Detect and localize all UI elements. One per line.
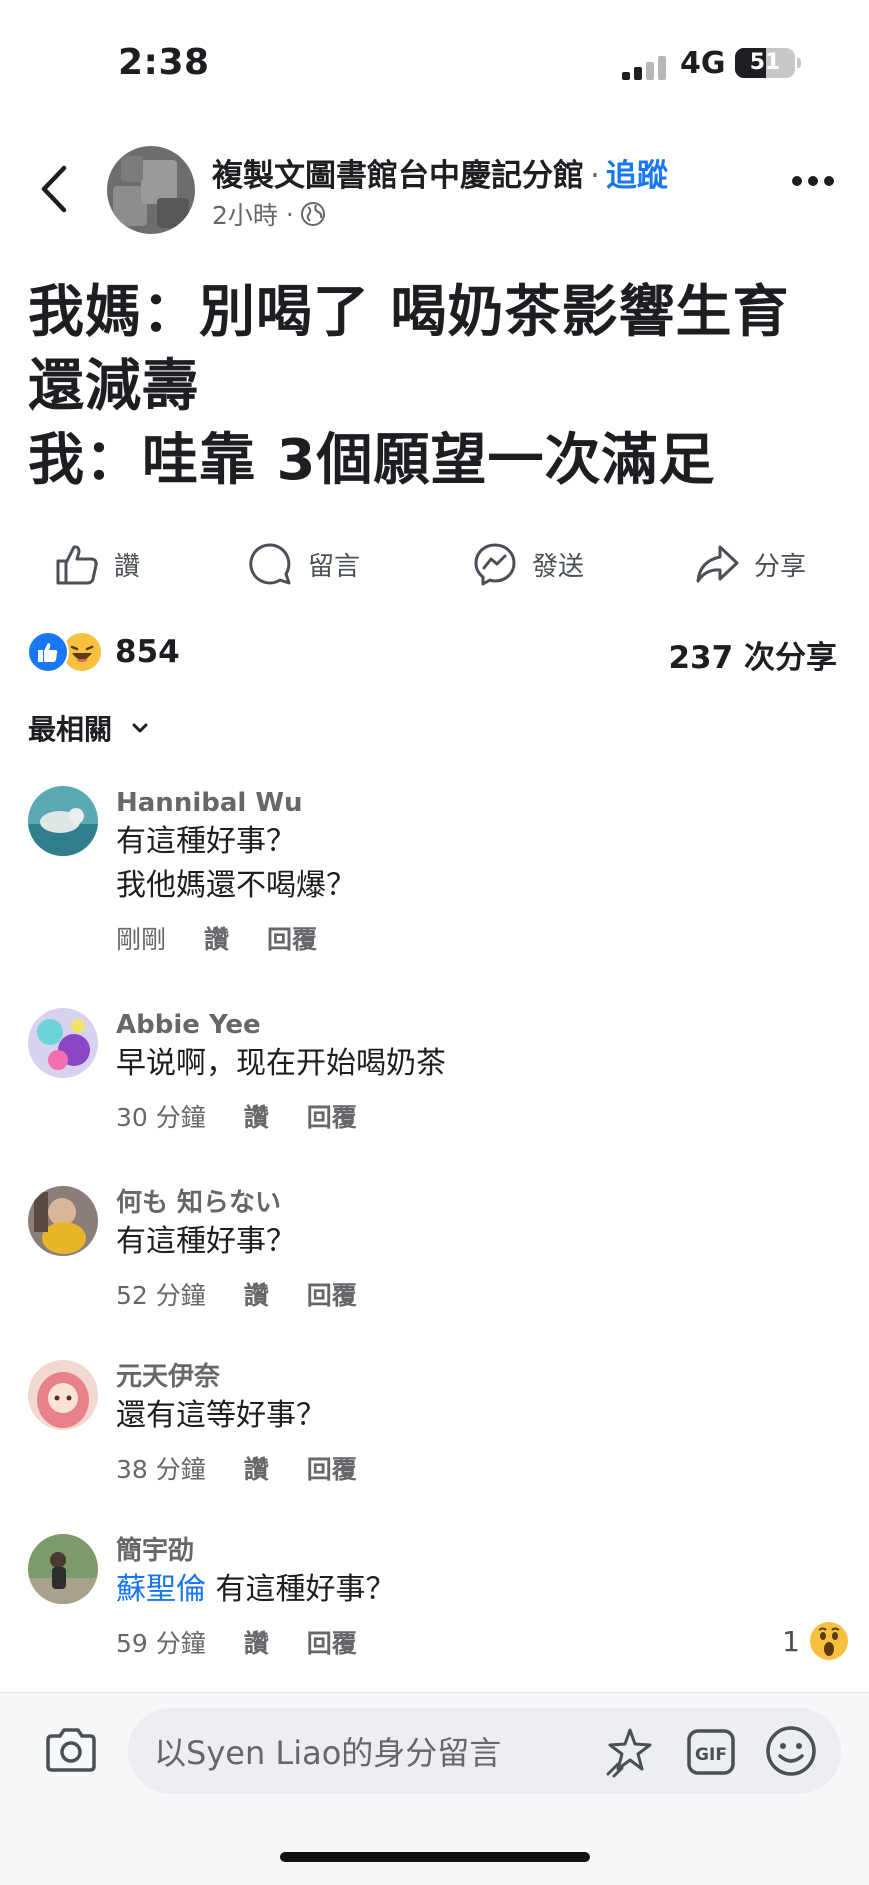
comment-icon — [249, 543, 291, 585]
comment-text: 有這種好事？ — [116, 1224, 296, 1259]
comment-like-button[interactable]: 讚 — [244, 1276, 269, 1312]
comment-reply-button[interactable]: 回覆 — [267, 920, 317, 956]
sticker-icon[interactable] — [604, 1726, 656, 1778]
commenter-name[interactable]: 元天伊奈 — [116, 1360, 836, 1394]
comment-reaction-count: 1 — [782, 1624, 800, 1658]
comment-input-placeholder: 以Syen Liao的身分留言 — [154, 1734, 502, 1772]
comment-time: 剛剛 — [116, 925, 167, 954]
comment-button[interactable]: 留言 — [248, 536, 360, 592]
comment-sort-dropdown[interactable]: 最相關 — [28, 708, 150, 748]
share-button[interactable]: 分享 — [694, 536, 806, 592]
chevron-down-icon — [132, 723, 148, 733]
comment-reply-button[interactable]: 回覆 — [307, 1624, 357, 1660]
comment-like-button[interactable]: 讚 — [244, 1450, 269, 1486]
comment-reply-button[interactable]: 回覆 — [307, 1098, 357, 1134]
battery-tip — [797, 58, 801, 68]
gif-icon[interactable]: GIF — [686, 1728, 736, 1776]
comment-text: 蘇聖倫 有這種好事？ — [116, 1568, 836, 1612]
globe-icon — [300, 202, 325, 226]
send-button[interactable]: 發送 — [472, 536, 584, 592]
comment-text-body: 有這種好事？ — [215, 1572, 396, 1607]
comment-like-button[interactable]: 讚 — [204, 920, 229, 956]
like-label: 讚 — [114, 551, 141, 582]
comment-time: 52 分鐘 — [116, 1281, 206, 1310]
svg-text:GIF: GIF — [695, 1745, 727, 1765]
separator-dot: · — [590, 158, 600, 194]
comment-label: 留言 — [308, 551, 361, 582]
comment-like-button[interactable]: 讚 — [244, 1098, 269, 1134]
more-options-icon[interactable] — [790, 172, 836, 190]
commenter-name[interactable]: Hannibal Wu — [116, 786, 836, 820]
emoji-icon[interactable] — [764, 1724, 818, 1778]
back-icon[interactable] — [36, 164, 72, 214]
mention-link[interactable]: 蘇聖倫 — [116, 1572, 206, 1607]
network-label: 4G — [680, 46, 726, 81]
post-time[interactable]: 2小時 — [212, 196, 278, 232]
comment-text: 早说啊，现在开始喝奶茶 — [116, 1046, 446, 1081]
post-text: 我媽：別喝了 喝奶茶影響生育 還減壽 我：哇靠 3個願望一次滿足 — [28, 280, 790, 493]
comment-reply-button[interactable]: 回覆 — [307, 1450, 357, 1486]
comment-time: 59 分鐘 — [116, 1629, 206, 1658]
commenter-name[interactable]: 簡宇劭 — [116, 1534, 836, 1568]
commenter-avatar[interactable] — [28, 1534, 98, 1604]
comment-text: 還有這等好事？ — [116, 1398, 326, 1433]
page-avatar[interactable] — [107, 146, 195, 234]
separator-dot: · — [277, 199, 294, 229]
like-reaction-icon — [27, 631, 69, 673]
share-label: 分享 — [754, 551, 807, 582]
like-button[interactable]: 讚 — [54, 536, 140, 592]
post-meta: 2小時 · — [212, 196, 326, 232]
reaction-count: 854 — [115, 634, 180, 670]
comment-reply-button[interactable]: 回覆 — [307, 1276, 357, 1312]
home-indicator[interactable] — [280, 1852, 590, 1862]
reactions-summary[interactable]: 854 — [27, 631, 180, 673]
commenter-avatar[interactable] — [28, 1360, 98, 1430]
share-count[interactable]: 237 次分享 — [668, 632, 837, 677]
commenter-avatar[interactable] — [28, 786, 98, 856]
battery-level: 51 — [749, 50, 781, 75]
commenter-name[interactable]: 何も 知らない — [116, 1186, 836, 1220]
thumbs-up-icon — [56, 545, 98, 585]
comment-time: 30 分鐘 — [116, 1103, 206, 1132]
wow-reaction-icon — [810, 1622, 848, 1660]
sort-label: 最相關 — [28, 713, 113, 746]
signal-icon — [622, 56, 666, 80]
comment-time: 38 分鐘 — [116, 1455, 206, 1484]
messenger-icon — [474, 543, 516, 586]
comment-text: 有這種好事？ 我他媽還不喝爆？ — [116, 824, 356, 903]
commenter-avatar[interactable] — [28, 1186, 98, 1256]
comment-reaction-summary[interactable]: 1 — [782, 1622, 848, 1660]
commenter-name[interactable]: Abbie Yee — [116, 1008, 836, 1042]
comment-like-button[interactable]: 讚 — [244, 1624, 269, 1660]
send-label: 發送 — [532, 551, 585, 582]
camera-icon[interactable] — [44, 1726, 98, 1774]
commenter-avatar[interactable] — [28, 1008, 98, 1078]
follow-button[interactable]: 追蹤 — [606, 158, 668, 194]
page-name-row: 複製文圖書館台中慶記分館 · 追蹤 — [212, 150, 668, 195]
share-icon — [696, 545, 739, 583]
status-time: 2:38 — [118, 42, 210, 83]
battery-icon: 51 — [735, 48, 795, 78]
page-name[interactable]: 複製文圖書館台中慶記分館 — [212, 158, 584, 194]
